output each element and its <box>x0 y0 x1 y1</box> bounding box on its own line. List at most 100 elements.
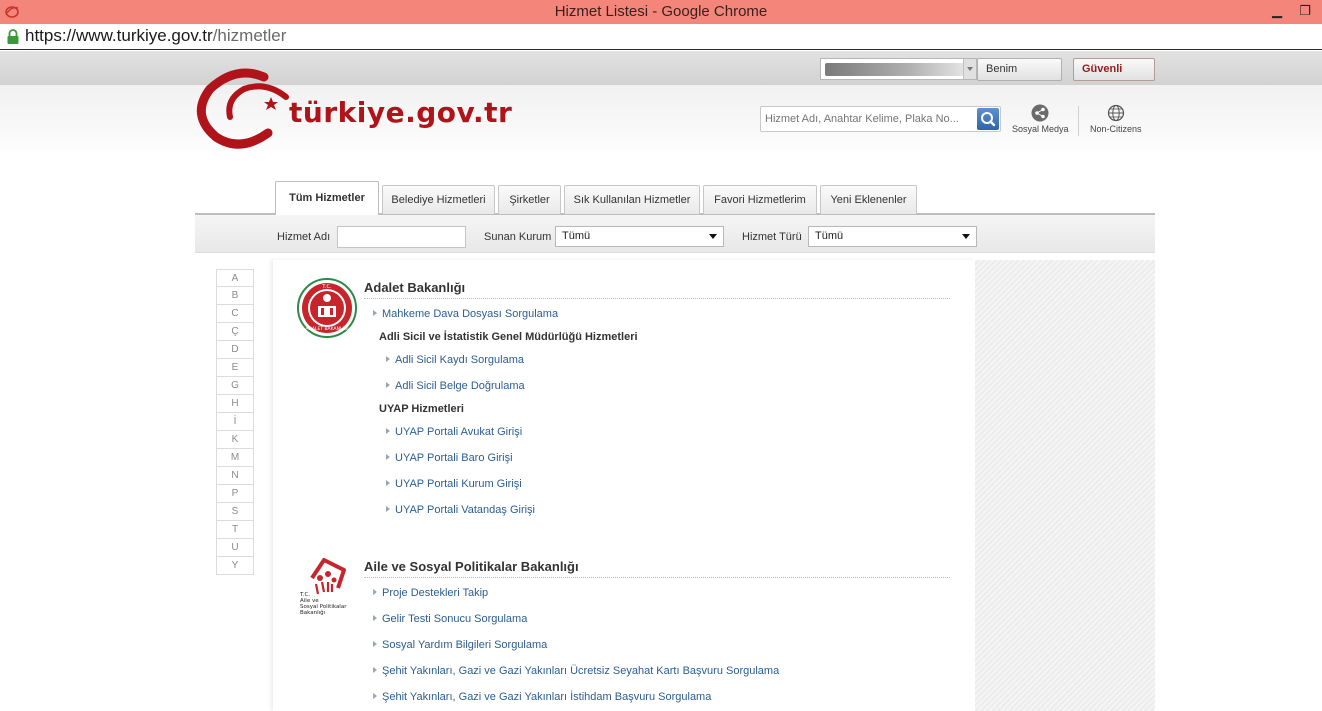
service-link[interactable]: UYAP Portali Baro Girişi <box>386 452 513 464</box>
letter-link[interactable]: Ç <box>216 323 254 341</box>
letter-link[interactable]: D <box>216 341 254 359</box>
dropdown-arrow-icon <box>962 234 970 243</box>
restore-icon[interactable]: ❐ <box>1296 2 1314 20</box>
service-label: Adli Sicil Kaydı Sorgulama <box>395 354 525 366</box>
tab-belediye-hizmetleri[interactable]: Belediye Hizmetleri <box>382 185 495 214</box>
ministry-divider <box>364 577 950 578</box>
letter-link[interactable]: S <box>216 503 254 521</box>
service-link[interactable]: UYAP Portali Vatandaş Girişi <box>386 504 535 516</box>
service-label: Sosyal Yardım Bilgileri Sorgulama <box>382 639 548 651</box>
letter-link[interactable]: M <box>216 449 254 467</box>
letter-link[interactable]: Y <box>216 557 254 575</box>
hizmet-turu-select[interactable]: Tümü <box>808 226 977 247</box>
non-citizens-label: Non-Citizens <box>1090 124 1142 134</box>
tab-sirketler[interactable]: Şirketler <box>498 185 561 214</box>
sunan-kurum-select[interactable]: Tümü <box>555 226 724 247</box>
tab-yeni-eklenenler[interactable]: Yeni Eklenenler <box>820 185 917 214</box>
bullet-arrow-icon <box>386 356 390 362</box>
side-panel <box>975 260 1155 711</box>
service-tabs: Tüm Hizmetler Belediye Hizmetleri Şirket… <box>195 181 1155 215</box>
logout-button[interactable]: Güvenli Çıkış <box>1073 58 1155 96</box>
service-link[interactable]: UYAP Portali Avukat Girişi <box>386 426 522 438</box>
social-media-label: Sosyal Medya <box>1012 124 1069 134</box>
letter-link[interactable]: K <box>216 431 254 449</box>
user-dropdown[interactable] <box>820 58 977 80</box>
window-title: Hizmet Listesi - Google Chrome <box>554 3 768 20</box>
address-bar[interactable]: https://www.turkiye.gov.tr/hizmetler <box>0 24 1322 50</box>
service-label: UYAP Portali Baro Girişi <box>395 452 513 464</box>
chevron-down-icon[interactable] <box>963 59 976 79</box>
benim-sayfam-button[interactable]: Benim Sayfam <box>977 58 1062 96</box>
service-link[interactable]: Şehit Yakınları, Gazi ve Gazi Yakınları … <box>373 665 779 677</box>
service-group-title: Adli Sicil ve İstatistik Genel Müdürlüğü… <box>379 331 638 343</box>
letter-link[interactable]: N <box>216 467 254 485</box>
url-text[interactable]: https://www.turkiye.gov.tr/hizmetler <box>25 26 286 46</box>
service-group-title: UYAP Hizmetleri <box>379 403 464 415</box>
ministry-title[interactable]: Adalet Bakanlığı <box>364 280 465 295</box>
letter-link[interactable]: T <box>216 521 254 539</box>
hizmet-adi-input[interactable] <box>337 226 466 248</box>
service-label: UYAP Portali Vatandaş Girişi <box>395 504 536 516</box>
service-link[interactable]: Gelir Testi Sonucu Sorgulama <box>373 613 527 625</box>
bullet-arrow-icon <box>386 480 390 486</box>
alphabet-index: A B C Ç D E G H İ K M N P S T U Y <box>216 269 254 575</box>
letter-link[interactable]: P <box>216 485 254 503</box>
share-icon <box>1031 104 1049 122</box>
bullet-arrow-icon <box>373 667 377 673</box>
tab-sik-kullanilan[interactable]: Sık Kullanılan Hizmetler <box>564 185 700 214</box>
service-label: Proje Destekleri Takip <box>382 587 489 599</box>
social-media-link[interactable]: Sosyal Medya <box>1012 104 1069 134</box>
brand-name[interactable]: türkiye.gov.tr <box>289 96 512 129</box>
letter-link[interactable]: U <box>216 539 254 557</box>
ministry-title[interactable]: Aile ve Sosyal Politikalar Bakanlığı <box>364 559 579 574</box>
masked-username <box>825 63 965 76</box>
tab-favori-hizmetlerim[interactable]: Favori Hizmetlerim <box>703 185 817 214</box>
service-link[interactable]: Proje Destekleri Takip <box>373 587 488 599</box>
letter-link[interactable]: G <box>216 377 254 395</box>
service-label: UYAP Portali Avukat Girişi <box>395 426 523 438</box>
hizmet-turu-label: Hizmet Türü <box>742 231 802 243</box>
logo-text-top: T.C. <box>321 284 332 290</box>
minimize-icon[interactable]: ▁ <box>1268 2 1286 20</box>
search-input[interactable] <box>765 111 973 127</box>
search-box[interactable] <box>760 106 1001 132</box>
turkiye-logo-icon[interactable] <box>196 67 296 151</box>
service-link[interactable]: Adli Sicil Kaydı Sorgulama <box>386 354 524 366</box>
hizmet-turu-value: Tümü <box>815 230 844 242</box>
bullet-arrow-icon <box>373 589 377 595</box>
service-label: Gelir Testi Sonucu Sorgulama <box>382 613 528 625</box>
letter-link[interactable]: B <box>216 287 254 305</box>
browser-title-bar: Hizmet Listesi - Google Chrome ▁ ❐ <box>0 0 1322 24</box>
service-link[interactable]: UYAP Portali Kurum Girişi <box>386 478 522 490</box>
service-link[interactable]: Sosyal Yardım Bilgileri Sorgulama <box>373 639 547 651</box>
service-label: Şehit Yakınları, Gazi ve Gazi Yakınları … <box>382 665 780 677</box>
bullet-arrow-icon <box>373 615 377 621</box>
letter-link[interactable]: E <box>216 359 254 377</box>
tab-tum-hizmetler[interactable]: Tüm Hizmetler <box>275 181 379 215</box>
bullet-arrow-icon <box>386 506 390 512</box>
url-host: https://www.turkiye.gov.tr <box>25 26 213 45</box>
letter-link[interactable]: H <box>216 395 254 413</box>
globe-icon <box>1107 104 1124 122</box>
bullet-arrow-icon <box>386 454 390 460</box>
ministry-divider <box>364 298 950 299</box>
sunan-kurum-label: Sunan Kurum <box>484 231 552 243</box>
adalet-bakanligi-logo-icon: T.C. ADALET BAKANLIĞI <box>297 278 357 338</box>
service-label: UYAP Portali Kurum Girişi <box>395 478 522 490</box>
bullet-arrow-icon <box>386 382 390 388</box>
service-label: Şehit Yakınları, Gazi ve Gazi Yakınları … <box>382 691 712 703</box>
sunan-kurum-value: Tümü <box>562 230 591 242</box>
url-path: /hizmetler <box>212 26 287 45</box>
letter-link[interactable]: İ <box>216 413 254 431</box>
service-link[interactable]: Adli Sicil Belge Doğrulama <box>386 380 525 392</box>
bullet-arrow-icon <box>373 693 377 699</box>
letter-link[interactable]: A <box>216 269 254 287</box>
service-link[interactable]: Şehit Yakınları, Gazi ve Gazi Yakınları … <box>373 691 711 703</box>
service-label: Mahkeme Dava Dosyası Sorgulama <box>382 308 559 320</box>
search-icon <box>981 112 996 127</box>
letter-link[interactable]: C <box>216 305 254 323</box>
service-label: Adli Sicil Belge Doğrulama <box>395 380 525 392</box>
service-link[interactable]: Mahkeme Dava Dosyası Sorgulama <box>373 308 558 320</box>
non-citizens-link[interactable]: Non-Citizens <box>1090 104 1142 134</box>
search-button[interactable] <box>977 108 999 130</box>
